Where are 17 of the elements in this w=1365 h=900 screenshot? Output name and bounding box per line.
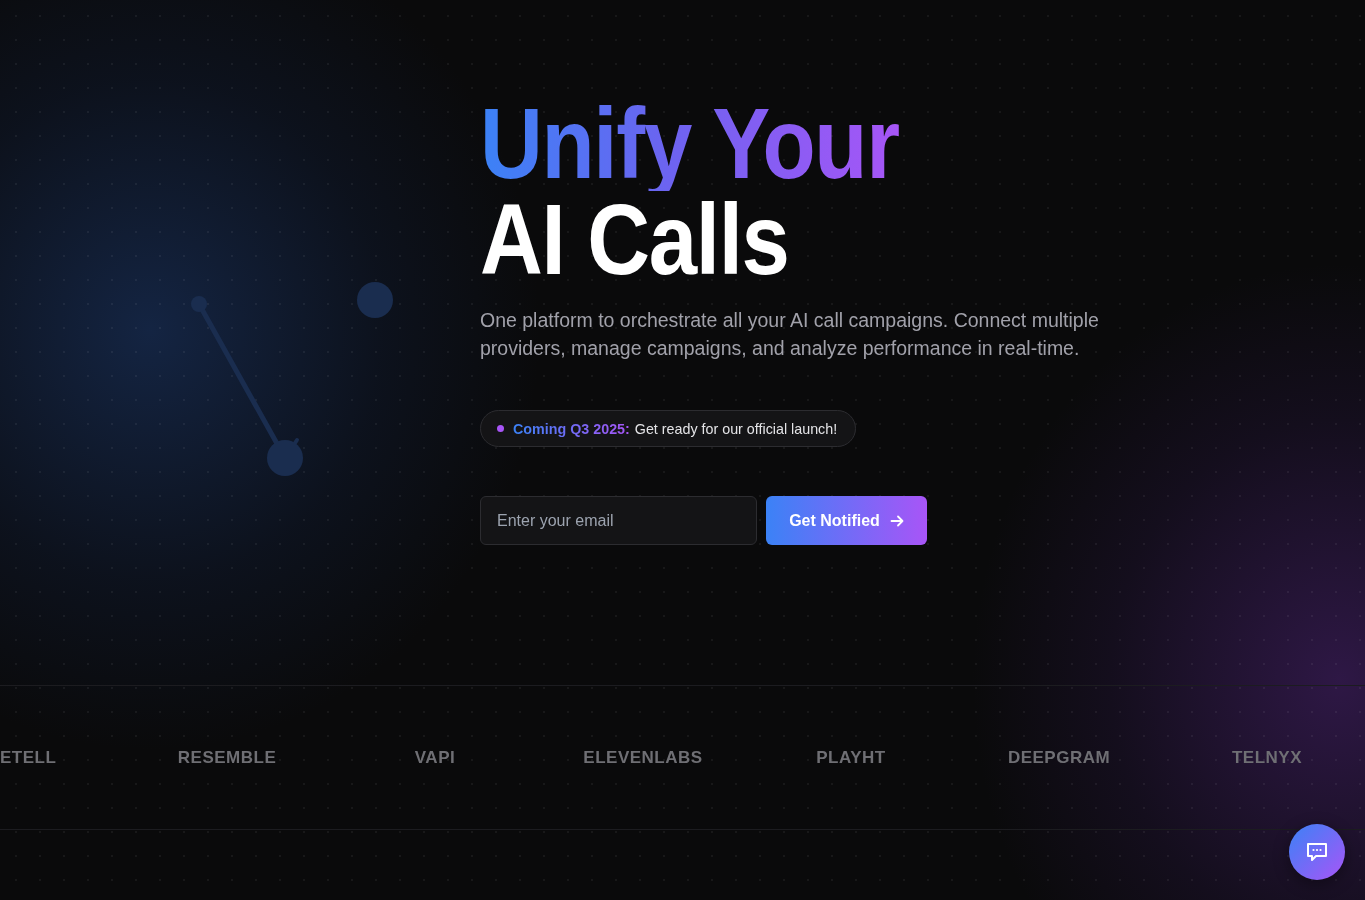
email-field[interactable]: Enter your email xyxy=(480,496,757,545)
chat-bubble-icon xyxy=(1305,840,1329,864)
chat-button[interactable] xyxy=(1289,824,1345,880)
provider-logo-text: RESEMBLE xyxy=(177,747,277,768)
badge-label: Coming Q3 2025: xyxy=(513,420,630,437)
status-dot-icon xyxy=(497,425,504,432)
provider-logo-text: TELNYX xyxy=(1231,747,1303,768)
subtitle-text: One platform to orchestrate all your AI call campaigns. Connect multiple providers, manage campaigns, and analyze performance in real-time. xyxy=(480,308,1100,361)
provider-logo-text: VAPI xyxy=(414,747,456,768)
headline-text: AI Calls xyxy=(480,191,790,287)
get-notified-button[interactable]: Get Notified xyxy=(766,496,927,545)
provider-logo-text: DEEPGRAM xyxy=(1007,747,1111,768)
provider-logo-text: PLAYHT xyxy=(816,747,886,768)
arrow-right-icon xyxy=(889,513,904,528)
provider-logo-text: ELEVENLABS xyxy=(583,747,703,768)
badge-text: Get ready for our official launch! xyxy=(634,420,838,437)
provider-logo-text: ETELL xyxy=(0,747,57,768)
